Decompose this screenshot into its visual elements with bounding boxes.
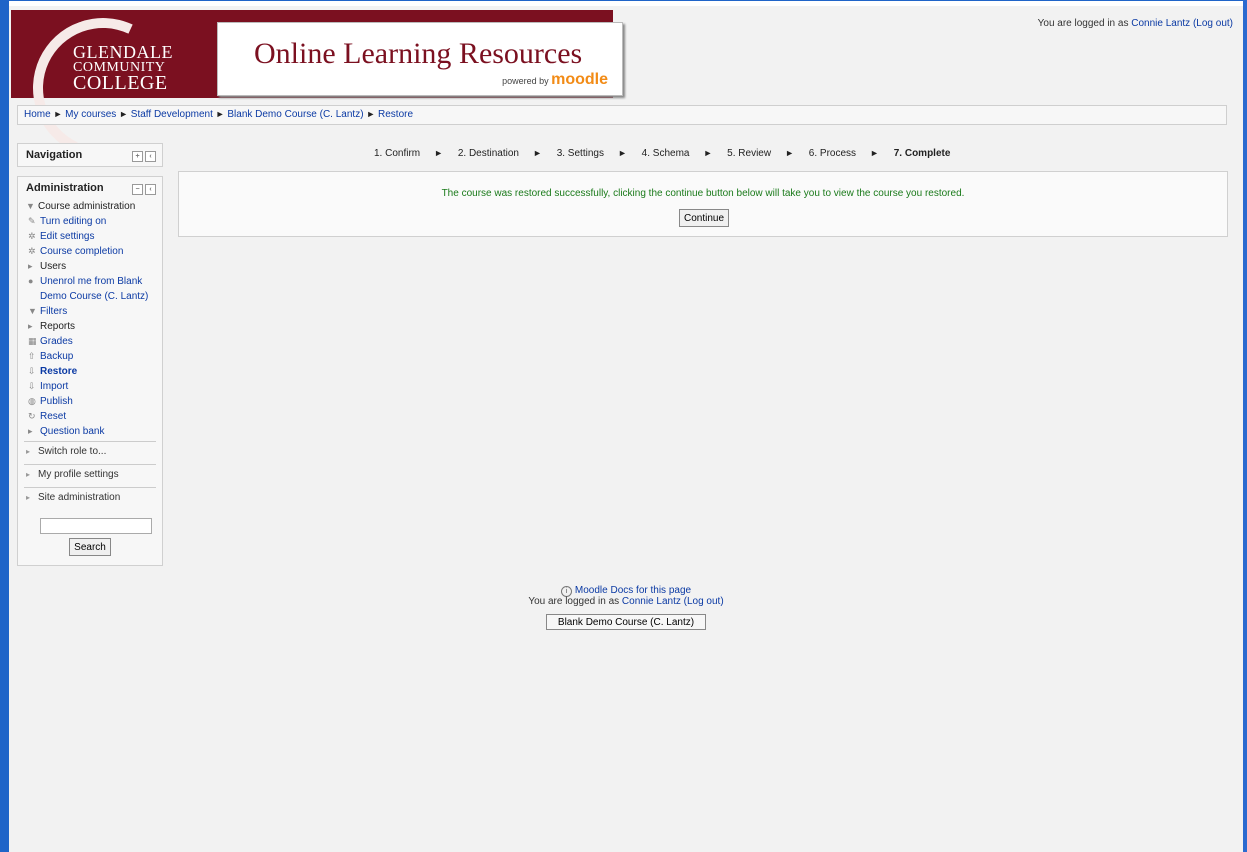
admin-item-question-bank[interactable]: ▸ Question bank bbox=[24, 424, 156, 439]
restore-icon: ⇩ bbox=[28, 366, 36, 376]
breadcrumb-home[interactable]: Home bbox=[24, 109, 51, 120]
step-complete: 7. Complete bbox=[893, 148, 951, 159]
step-review: 5. Review bbox=[727, 148, 772, 159]
admin-item-reset[interactable]: ↻ Reset bbox=[24, 409, 156, 424]
breadcrumb-separator-icon: ► bbox=[119, 109, 128, 119]
breadcrumb-separator-icon: ► bbox=[215, 109, 225, 119]
window-left-border bbox=[0, 0, 9, 852]
site-banner[interactable]: GLENDALE COMMUNITY COLLEGE Online Learni… bbox=[11, 0, 623, 178]
dock-icon[interactable]: ‹ bbox=[145, 184, 156, 195]
pencil-icon: ✎ bbox=[28, 216, 36, 226]
page-footer: i Moodle Docs for this page You are logge… bbox=[9, 586, 1243, 630]
backup-icon: ⇧ bbox=[28, 351, 36, 361]
step-arrow-icon: ► bbox=[703, 148, 713, 158]
admin-item-turn-editing-on[interactable]: ✎ Turn editing on bbox=[24, 214, 156, 229]
gear-icon: ✲ bbox=[28, 231, 36, 241]
step-process: 6. Process bbox=[808, 148, 857, 159]
admin-item-unenrol[interactable]: ● Unenrol me from Blank Demo Course (C. … bbox=[24, 274, 156, 304]
user-icon: ● bbox=[28, 276, 34, 286]
admin-item-filters[interactable]: ▼ Filters bbox=[24, 304, 156, 319]
breadcrumb-my-courses[interactable]: My courses bbox=[65, 109, 116, 120]
breadcrumb-separator-icon: ► bbox=[53, 109, 63, 119]
administration-block: Administration − ‹ ▼ Course administratio… bbox=[17, 176, 163, 566]
navigation-block-header: Navigation + ‹ bbox=[18, 144, 162, 166]
restore-success-message: The course was restored successfully, cl… bbox=[441, 188, 965, 199]
import-icon: ⇩ bbox=[28, 381, 36, 391]
breadcrumb-separator-icon: ► bbox=[366, 109, 376, 119]
continue-button[interactable]: Continue bbox=[679, 209, 729, 227]
step-schema: 4. Schema bbox=[641, 148, 690, 159]
step-settings: 3. Settings bbox=[556, 148, 604, 159]
logout-link[interactable]: (Log out) bbox=[1193, 18, 1233, 29]
my-profile-settings-node[interactable]: ▸ My profile settings bbox=[24, 465, 156, 485]
dock-icon[interactable]: ‹ bbox=[145, 151, 156, 162]
admin-item-publish[interactable]: ◍ Publish bbox=[24, 394, 156, 409]
triangle-right-icon: ▸ bbox=[28, 261, 33, 271]
step-destination: 2. Destination bbox=[457, 148, 519, 159]
footer-logout-link[interactable]: (Log out) bbox=[684, 596, 724, 607]
admin-item-reports[interactable]: ▸ Reports bbox=[24, 319, 156, 334]
admin-item-users[interactable]: ▸ Users bbox=[24, 259, 156, 274]
site-title: Online Learning Resources bbox=[254, 37, 583, 70]
admin-item-backup[interactable]: ⇧ Backup bbox=[24, 349, 156, 364]
triangle-down-icon: ▼ bbox=[26, 201, 35, 211]
step-arrow-icon: ► bbox=[532, 148, 542, 158]
breadcrumb-restore[interactable]: Restore bbox=[378, 109, 413, 120]
administration-block-header: Administration − ‹ bbox=[18, 177, 162, 199]
expand-icon[interactable]: + bbox=[132, 151, 143, 162]
moodle-docs-link[interactable]: Moodle Docs for this page bbox=[575, 585, 691, 596]
login-info-header: You are logged in as Connie Lantz (Log o… bbox=[1037, 18, 1233, 29]
globe-icon: ◍ bbox=[28, 396, 36, 406]
admin-item-restore[interactable]: ⇩ Restore bbox=[24, 364, 156, 379]
breadcrumb-staff-development[interactable]: Staff Development bbox=[131, 109, 213, 120]
step-arrow-icon: ► bbox=[617, 148, 627, 158]
triangle-right-icon: ▸ bbox=[28, 426, 33, 436]
navigation-block: Navigation + ‹ bbox=[17, 143, 163, 167]
admin-item-grades[interactable]: ▦ Grades bbox=[24, 334, 156, 349]
filter-icon: ▼ bbox=[28, 306, 37, 316]
step-confirm: 1. Confirm bbox=[374, 148, 421, 159]
triangle-right-icon: ▸ bbox=[26, 470, 31, 479]
admin-item-course-completion[interactable]: ✲ Course completion bbox=[24, 244, 156, 259]
step-arrow-icon: ► bbox=[785, 148, 794, 158]
site-title-box: Online Learning Resources powered by moo… bbox=[217, 22, 623, 96]
course-home-button[interactable]: Blank Demo Course (C. Lantz) bbox=[546, 614, 706, 630]
moodle-logo: moodle bbox=[551, 71, 608, 88]
window-right-border bbox=[1243, 0, 1247, 852]
collapse-icon[interactable]: − bbox=[132, 184, 143, 195]
user-profile-link[interactable]: Connie Lantz bbox=[1131, 18, 1190, 29]
triangle-right-icon: ▸ bbox=[26, 493, 31, 502]
admin-item-import[interactable]: ⇩ Import bbox=[24, 379, 156, 394]
admin-search-button[interactable]: Search bbox=[69, 538, 111, 556]
triangle-right-icon: ▸ bbox=[26, 447, 31, 456]
restore-steps: 1. Confirm ► 2. Destination ► 3. Settings ►… bbox=[374, 148, 956, 159]
reset-icon: ↻ bbox=[28, 411, 36, 421]
restore-result-box: The course was restored successfully, cl… bbox=[178, 171, 1228, 237]
admin-search-input[interactable] bbox=[40, 518, 152, 534]
page: GLENDALE COMMUNITY COLLEGE Online Learni… bbox=[9, 0, 1243, 852]
footer-user-link[interactable]: Connie Lantz bbox=[622, 596, 681, 607]
site-administration-node[interactable]: ▸ Site administration bbox=[24, 488, 156, 508]
triangle-right-icon: ▸ bbox=[28, 321, 33, 331]
breadcrumb-course[interactable]: Blank Demo Course (C. Lantz) bbox=[227, 109, 363, 120]
admin-tree: ▼ Course administration ✎ Turn editing o… bbox=[18, 199, 162, 562]
course-administration-node[interactable]: ▼ Course administration bbox=[24, 199, 156, 214]
admin-item-edit-settings[interactable]: ✲ Edit settings bbox=[24, 229, 156, 244]
college-logo: GLENDALE COMMUNITY COLLEGE bbox=[73, 42, 173, 95]
step-arrow-icon: ► bbox=[870, 148, 879, 158]
breadcrumb: Home ► My courses ► Staff Development ► … bbox=[17, 105, 1227, 125]
step-arrow-icon: ► bbox=[434, 148, 444, 158]
powered-by: powered by moodle bbox=[502, 71, 608, 88]
gear-icon: ✲ bbox=[28, 246, 36, 256]
grades-icon: ▦ bbox=[28, 336, 37, 346]
switch-role-node[interactable]: ▸ Switch role to... bbox=[24, 442, 156, 462]
